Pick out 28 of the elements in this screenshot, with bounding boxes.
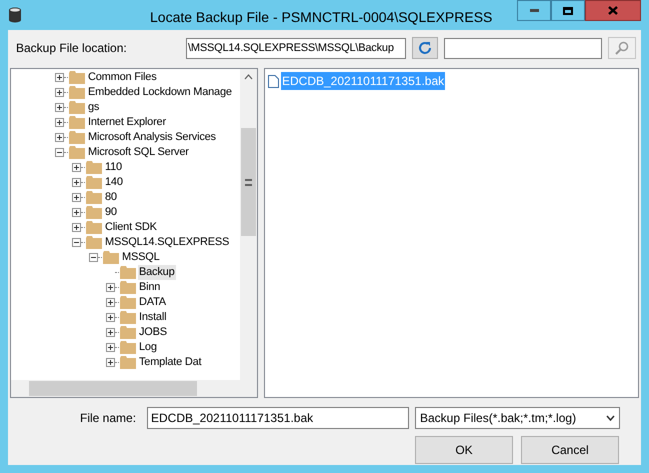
cancel-button[interactable]: Cancel (521, 436, 619, 464)
tree-item[interactable]: Binn (138, 280, 162, 295)
tree-item[interactable]: 110 (104, 160, 123, 175)
tree-item[interactable]: Embedded Lockdown Manage (87, 85, 233, 100)
location-field[interactable]: \MSSQL14.SQLEXPRESS\MSSQL\Backup (186, 38, 406, 58)
tree-item[interactable]: JOBS (138, 325, 168, 340)
ok-button[interactable]: OK (415, 436, 513, 464)
tree-item[interactable]: Install (138, 310, 168, 325)
tree-item[interactable]: DATA (138, 295, 167, 310)
file-type-dropdown[interactable]: Backup Files(*.bak;*.tm;*.log) (415, 406, 620, 428)
tree-item[interactable]: Microsoft SQL Server (87, 145, 190, 160)
file-name-label: File name: (80, 410, 138, 426)
location-label: Backup File location: (16, 40, 128, 57)
tree-item[interactable]: MSSQL (121, 250, 161, 265)
tree-item[interactable]: Internet Explorer (87, 115, 167, 130)
tree-item[interactable]: 140 (104, 175, 124, 190)
tree-item[interactable]: MSSQL14.SQLEXPRESS (104, 235, 230, 250)
tree-item[interactable]: Log (138, 340, 158, 355)
tree-item[interactable]: 90 (104, 205, 118, 220)
tree-item[interactable]: gs (87, 100, 100, 115)
tree-item[interactable]: Common Files (87, 70, 158, 85)
file-name-field[interactable]: EDCDB_20211011171351.bak (147, 406, 409, 428)
window-title: Locate Backup File - PSMNCTRL-0004\SQLEXPRESS (150, 8, 492, 27)
tree-item[interactable]: Template Dat (138, 355, 202, 370)
tree-item[interactable]: Microsoft Analysis Services (87, 130, 217, 145)
tree-item[interactable]: Client SDK (104, 220, 158, 235)
tree-item[interactable]: 80 (104, 190, 118, 205)
tree-item[interactable]: Backup (138, 265, 176, 280)
